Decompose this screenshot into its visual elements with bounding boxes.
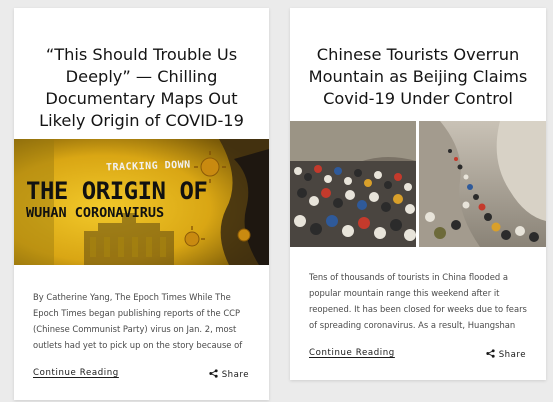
share-label: Share [498,350,526,360]
share-icon [209,369,218,381]
continue-reading-link[interactable]: Continue Reading [33,368,119,378]
article-image-origin[interactable]: TRACKING DOWN THE ORIGIN OF WUHAN CORONA… [14,139,269,265]
article-card-tourists: Chinese Tourists Overrun Mountain as Bei… [290,8,546,380]
article-title[interactable]: Chinese Tourists Overrun Mountain as Bei… [296,44,540,110]
article-excerpt: By Catherine Yang, The Epoch Times While… [33,292,243,350]
share-label: Share [221,370,249,380]
continue-reading-link[interactable]: Continue Reading [309,348,395,358]
share-button[interactable]: Share [486,349,526,361]
article-card-origin: “This Should Trouble Us Deeply” — Chilli… [14,8,269,400]
article-excerpt: Tens of thousands of tourists in China f… [309,272,527,330]
crowd-photo-art [290,121,546,247]
image-text-origin: THE ORIGIN OF [26,177,208,205]
share-button[interactable]: Share [209,369,249,381]
image-text-wuhan: WUHAN CORONAVIRUS [26,205,165,221]
share-icon [486,349,495,361]
article-title[interactable]: “This Should Trouble Us Deeply” — Chilli… [20,44,263,132]
article-image-crowd[interactable] [290,121,546,247]
